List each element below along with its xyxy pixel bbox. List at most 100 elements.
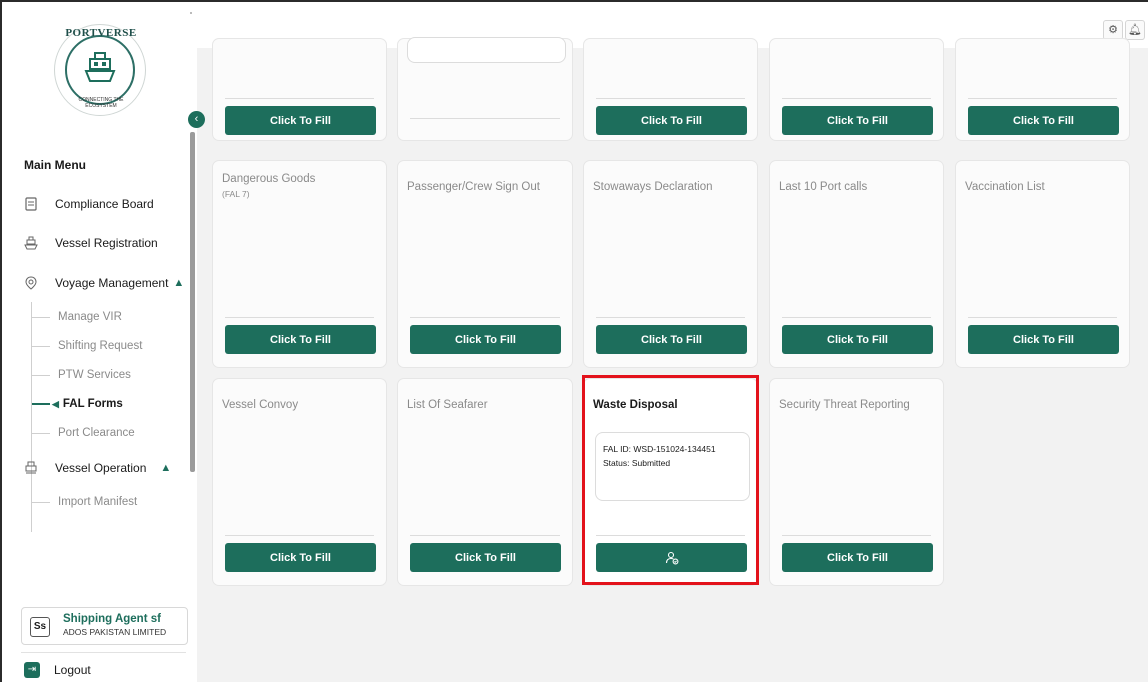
sidebar-item-compliance-board[interactable]: Compliance Board [24, 192, 154, 216]
logout-label: Logout [54, 663, 91, 677]
card-title: List Of Seafarer [407, 399, 488, 411]
divider [225, 535, 374, 536]
ship-icon [24, 236, 38, 250]
subitem-label: Manage VIR [58, 311, 122, 323]
divider [782, 317, 931, 318]
bell-icon[interactable]: 🔔︎ [1125, 20, 1145, 40]
click-to-fill-button[interactable]: Click To Fill [225, 543, 376, 572]
divider [190, 12, 192, 14]
sidebar-subitem-shifting-request[interactable]: Shifting Request [32, 336, 142, 356]
divider [225, 98, 374, 99]
click-to-fill-button[interactable]: Click To Fill [225, 325, 376, 354]
card-subtitle: (FAL 7) [222, 189, 250, 199]
subitem-label: PTW Services [58, 369, 131, 381]
fal-card-vessel-convoy: Vessel Convoy Click To Fill [212, 378, 387, 586]
settings-icon[interactable]: ⚙ [1103, 20, 1123, 40]
ship-logo-icon [84, 52, 116, 82]
user-organization: ADOS PAKISTAN LIMITED [63, 627, 167, 637]
click-to-fill-button[interactable]: Click To Fill [782, 106, 933, 135]
fal-card [397, 37, 573, 141]
divider [21, 652, 186, 653]
logo-brand-text: PORTVERSE [65, 27, 137, 39]
divider [410, 535, 560, 536]
divider [596, 98, 745, 99]
sidebar-item-label: Vessel Operation [55, 461, 147, 475]
fal-card: Click To Fill [955, 38, 1130, 141]
subitem-label: FAL Forms [62, 398, 123, 410]
avatar: Ss [30, 617, 50, 637]
click-to-fill-button[interactable]: Click To Fill [225, 106, 376, 135]
collapse-sidebar-button[interactable]: ‹ [188, 111, 205, 128]
card-title: Last 10 Port calls [779, 181, 868, 193]
divider [968, 317, 1117, 318]
sidebar: PORTVERSE CONNECTING THE ECOSYSTEM ‹ Mai… [2, 2, 205, 682]
card-title: Stowaways Declaration [593, 181, 713, 193]
info-box: FAL ID: WSD-151024-134451 Status: Submit… [595, 432, 750, 501]
card-title: Dangerous Goods [222, 173, 316, 185]
divider [596, 317, 745, 318]
location-pin-icon [24, 276, 38, 290]
subitem-label: Shifting Request [58, 340, 143, 352]
fal-card-waste-disposal: Waste Disposal FAL ID: WSD-151024-134451… [583, 378, 758, 586]
divider [782, 535, 931, 536]
sidebar-subitem-manage-vir[interactable]: Manage VIR [32, 307, 122, 327]
click-to-fill-button[interactable]: Click To Fill [410, 543, 561, 572]
sidebar-subitem-fal-forms[interactable]: ◀ FAL Forms [32, 394, 123, 414]
fal-card-vaccination-list: Vaccination List Click To Fill [955, 160, 1130, 368]
sidebar-item-voyage-management[interactable]: Voyage Management ▲ [24, 271, 184, 295]
logout-button[interactable]: ⇥ Logout [24, 662, 91, 678]
divider [596, 535, 745, 536]
click-to-fill-button[interactable]: Click To Fill [596, 325, 747, 354]
user-name: Shipping Agent sf [63, 613, 161, 625]
click-to-fill-button[interactable]: Click To Fill [410, 325, 561, 354]
clipboard-icon [24, 197, 38, 211]
sidebar-item-label: Compliance Board [55, 197, 154, 211]
sidebar-subitem-ptw-services[interactable]: PTW Services [32, 365, 131, 385]
fal-card: Click To Fill [769, 38, 944, 141]
sidebar-subitem-port-clearance[interactable]: Port Clearance [32, 423, 135, 443]
tree-connector [32, 345, 50, 347]
subitem-label: Import Manifest [58, 496, 138, 508]
click-to-fill-button[interactable]: Click To Fill [968, 106, 1119, 135]
divider [968, 98, 1117, 99]
fal-card-security-threat-reporting: Security Threat Reporting Click To Fill [769, 378, 944, 586]
fal-card: Click To Fill [212, 38, 387, 141]
sidebar-item-vessel-registration[interactable]: Vessel Registration [24, 231, 158, 255]
fal-card-list-of-seafarer: List Of Seafarer Click To Fill [397, 378, 573, 586]
divider [782, 98, 931, 99]
chevron-up-icon[interactable]: ▲ [173, 277, 184, 289]
click-to-fill-button[interactable]: Click To Fill [968, 325, 1119, 354]
sidebar-item-vessel-operation[interactable]: Vessel Operation ▲ [24, 456, 171, 480]
fal-card: Click To Fill [583, 38, 758, 141]
portverse-logo: PORTVERSE CONNECTING THE ECOSYSTEM [54, 24, 146, 116]
card-title: Passenger/Crew Sign Out [407, 181, 540, 193]
sidebar-scrollbar[interactable] [190, 132, 195, 472]
card-title: Security Threat Reporting [779, 399, 910, 411]
user-profile-card[interactable]: Ss Shipping Agent sf ADOS PAKISTAN LIMIT… [21, 607, 188, 645]
click-to-fill-button[interactable]: Click To Fill [782, 543, 933, 572]
fal-card-passenger-crew-sign-out: Passenger/Crew Sign Out Click To Fill [397, 160, 573, 368]
sidebar-subitem-import-manifest[interactable]: Import Manifest [32, 492, 137, 512]
fal-id-text: FAL ID: WSD-151024-134451 [603, 444, 716, 454]
fal-forms-grid: Click To Fill Click To Fill Click To Fil… [197, 37, 1148, 682]
divider [225, 317, 374, 318]
card-title: Vaccination List [965, 181, 1045, 193]
chevron-up-icon[interactable]: ▲ [160, 462, 171, 474]
tree-connector [32, 432, 50, 434]
divider [410, 118, 560, 119]
logout-icon: ⇥ [24, 662, 40, 678]
subitem-label: Port Clearance [58, 427, 135, 439]
sidebar-item-label: Voyage Management [55, 276, 169, 290]
active-arrow-icon: ◀ [52, 398, 59, 409]
fal-card-dangerous-goods: Dangerous Goods (FAL 7) Click To Fill [212, 160, 387, 368]
click-to-fill-button[interactable]: Click To Fill [596, 106, 747, 135]
view-submission-button[interactable] [596, 543, 747, 572]
fal-card-last-10-port-calls: Last 10 Port calls Click To Fill [769, 160, 944, 368]
user-check-icon [665, 551, 678, 564]
tree-connector [32, 501, 50, 503]
fal-card-stowaways-declaration: Stowaways Declaration Click To Fill [583, 160, 758, 368]
divider [410, 317, 560, 318]
click-to-fill-button[interactable]: Click To Fill [782, 325, 933, 354]
tree-connector [32, 374, 50, 376]
logo-tagline: CONNECTING THE ECOSYSTEM [78, 97, 124, 109]
